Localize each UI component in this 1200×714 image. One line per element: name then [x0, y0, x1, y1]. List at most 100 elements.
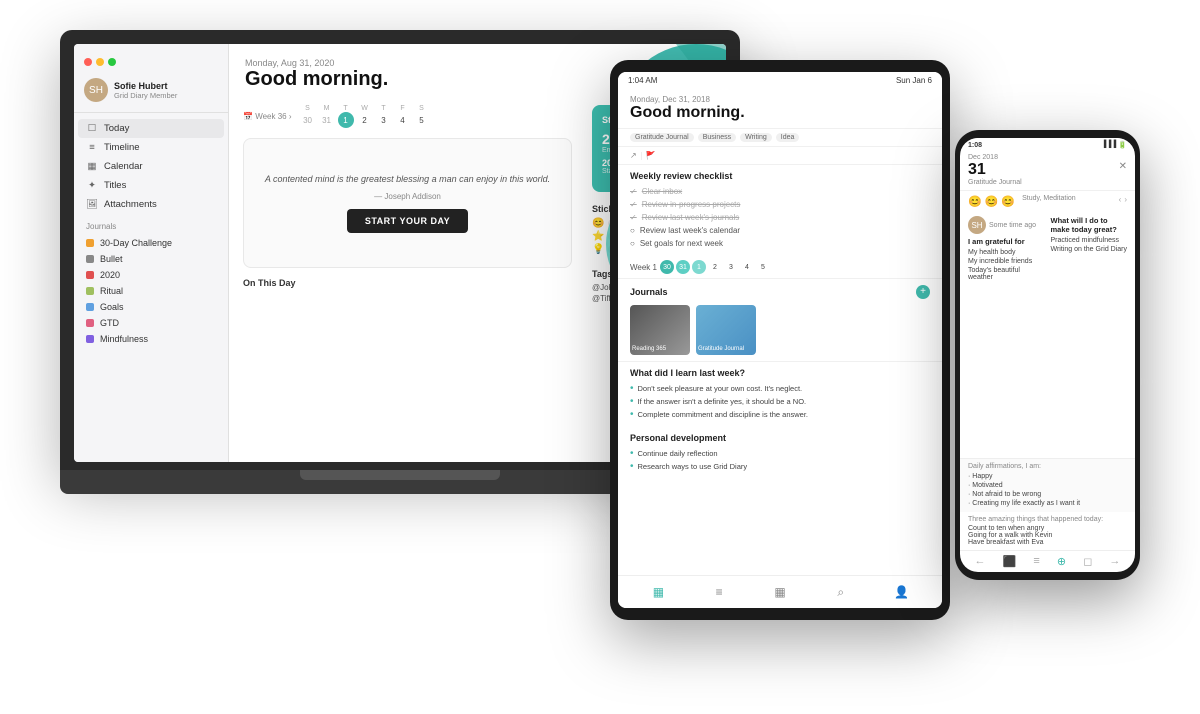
tablet-tag-idea: Idea: [776, 133, 800, 142]
nav-calendar-icon[interactable]: ▦: [770, 582, 790, 602]
start-day-button[interactable]: START YOUR DAY: [347, 209, 468, 233]
journal-item-gtd[interactable]: GTD: [74, 315, 228, 331]
tablet-entry-greeting: Good morning.: [630, 104, 930, 122]
avatar: SH: [84, 78, 108, 102]
tablet-screen: 1:04 AM Sun Jan 6 Monday, Dec 31, 2018 G…: [618, 72, 942, 608]
sidebar-item-calendar[interactable]: ▦ Calendar: [74, 157, 228, 176]
user-section: SH Sofie Hubert Grid Diary Member: [74, 74, 228, 113]
affirmations-title: Daily affirmations, I am:: [968, 463, 1127, 470]
nav-search-icon[interactable]: ⌕: [831, 582, 851, 602]
day-col: T 3: [376, 105, 392, 128]
personal-dev-title: Personal development: [630, 433, 930, 443]
main-left: 📅 Week 36 › S 30 M 31: [229, 97, 586, 462]
checklist-item: ○ Set goals for next week: [630, 237, 930, 250]
traffic-lights: [74, 52, 228, 74]
phone-nav-add[interactable]: ⊕: [1057, 555, 1066, 568]
journals-header: Journals +: [630, 285, 930, 299]
what-did-title: What did I learn last week?: [630, 368, 930, 378]
tablet-tag-business: Business: [698, 133, 736, 142]
user-info: Sofie Hubert Grid Diary Member: [114, 81, 218, 100]
sidebar-item-timeline[interactable]: ≡ Timeline: [74, 138, 228, 157]
journals-section-label: Journals: [74, 214, 228, 235]
sidebar-item-today[interactable]: ☐ Today: [78, 119, 224, 138]
day-col: S 5: [414, 105, 430, 128]
checklist-item: ✓ Review last week's journals: [630, 211, 930, 224]
day-col: F 4: [395, 105, 411, 128]
journal-item-30day[interactable]: 30-Day Challenge: [74, 235, 228, 251]
laptop-sidebar: SH Sofie Hubert Grid Diary Member ☐ Toda…: [74, 44, 229, 462]
phone-nav-grid[interactable]: ⬛: [1003, 555, 1017, 568]
checklist-item: ✓ Review in-progress projects: [630, 198, 930, 211]
journal-dot: [86, 303, 94, 311]
phone-journal-label: Gratitude Journal: [968, 179, 1127, 186]
personal-dev-section: Personal development • Continue daily re…: [618, 427, 942, 479]
maximize-button[interactable]: [108, 58, 116, 66]
quote-author: — Joseph Addison: [374, 192, 441, 201]
nav-person-icon[interactable]: 👤: [892, 582, 912, 602]
journal-item-ritual[interactable]: Ritual: [74, 283, 228, 299]
tablet-content: Monday, Dec 31, 2018 Good morning. Grati…: [618, 89, 942, 575]
journal-thumb-reading[interactable]: Reading 365: [630, 305, 690, 355]
day-col: S 30: [300, 105, 316, 128]
phone-time: 1:08: [968, 142, 982, 149]
week-label: 📅 Week 36 ›: [243, 112, 292, 121]
week-row: 📅 Week 36 › S 30 M 31: [243, 105, 572, 128]
study-label: Study, Meditation: [1022, 195, 1076, 208]
timeline-icon: ≡: [86, 142, 98, 153]
day-cols: S 30 M 31 T 1: [300, 105, 430, 128]
nav-grid-icon[interactable]: ▦: [648, 582, 668, 602]
phone-col1-title: I am grateful for: [968, 237, 1045, 246]
list-item: • Don't seek pleasure at your own cost. …: [630, 382, 930, 395]
tablet-tag-writing: Writing: [740, 133, 772, 142]
close-button[interactable]: [84, 58, 92, 66]
tablet: 1:04 AM Sun Jan 6 Monday, Dec 31, 2018 G…: [610, 60, 950, 620]
journal-item-goals[interactable]: Goals: [74, 299, 228, 315]
minimize-button[interactable]: [96, 58, 104, 66]
three-things-title: Three amazing things that happened today…: [968, 516, 1127, 523]
list-item: • If the answer isn't a definite yes, it…: [630, 395, 930, 408]
tablet-checklist: Weekly review checklist ✓ Clear inbox ✓ …: [618, 165, 942, 256]
journal-thumbs: Reading 365 Gratitude Journal: [630, 305, 930, 355]
add-journal-button[interactable]: +: [916, 285, 930, 299]
tablet-tags: Gratitude Journal Business Writing Idea: [618, 129, 942, 147]
journal-item-2020[interactable]: 2020: [74, 267, 228, 283]
phone-col-left: SH Some time ago I am grateful for My he…: [968, 216, 1045, 454]
tablet-time: 1:04 AM: [628, 76, 657, 85]
sidebar-item-titles[interactable]: ✦ Titles: [74, 176, 228, 195]
phone-avatar: SH: [968, 216, 986, 234]
journals-title: Journals: [630, 287, 668, 297]
phone-nav-list[interactable]: ≡: [1033, 555, 1039, 568]
journal-item-mindfulness[interactable]: Mindfulness: [74, 331, 228, 347]
checklist-item: ✓ Clear inbox: [630, 185, 930, 198]
phone-nav-back[interactable]: ←: [975, 555, 986, 568]
tablet-bottom-nav: ▦ ≡ ▦ ⌕ 👤: [618, 575, 942, 608]
phone-entry-day: 31: [968, 161, 998, 179]
tablet-week-row: Week 1 30 31 1 2 3 4 5: [618, 256, 942, 279]
journal-thumb-gratitude[interactable]: Gratitude Journal: [696, 305, 756, 355]
phone-col2-title: What will I do to make today great?: [1051, 216, 1128, 234]
list-item: • Continue daily reflection: [630, 447, 930, 460]
nav-list-icon[interactable]: ≡: [709, 582, 729, 602]
journal-label: Gratitude Journal: [698, 346, 754, 353]
phone-status-icons: ▐▐▐ 🔋: [1101, 141, 1127, 149]
checkmark-icon: ✓: [630, 187, 637, 196]
day-col: W 2: [357, 105, 373, 128]
user-role: Grid Diary Member: [114, 91, 218, 100]
circle-icon: ○: [630, 239, 635, 248]
journal-item-bullet[interactable]: Bullet: [74, 251, 228, 267]
tablet-week-top: ↗ 🚩: [618, 147, 942, 165]
tablet-date: Sun Jan 6: [896, 76, 932, 85]
phone-nav-square[interactable]: ◻: [1083, 555, 1092, 568]
week-days: 30 31 1 2 3 4 5: [660, 260, 770, 274]
sidebar-item-attachments[interactable]: 🖼 Attachments: [74, 195, 228, 214]
phone-nav-forward[interactable]: →: [1109, 555, 1120, 568]
quote-text: A contented mind is the greatest blessin…: [265, 173, 550, 186]
phone-screen: 1:08 ▐▐▐ 🔋 Dec 2018 31 ✕ Gratitude Journ…: [960, 138, 1135, 572]
tablet-entry-date: Monday, Dec 31, 2018: [630, 95, 930, 104]
journal-dot: [86, 239, 94, 247]
phone-content: SH Some time ago I am grateful for My he…: [960, 212, 1135, 458]
checklist-item: ○ Review last week's calendar: [630, 224, 930, 237]
phone-stickers: 😊 😊 😊 Study, Meditation ‹ ›: [960, 191, 1135, 212]
today-icon: ☐: [86, 123, 98, 134]
on-this-day: On This Day: [243, 278, 572, 288]
